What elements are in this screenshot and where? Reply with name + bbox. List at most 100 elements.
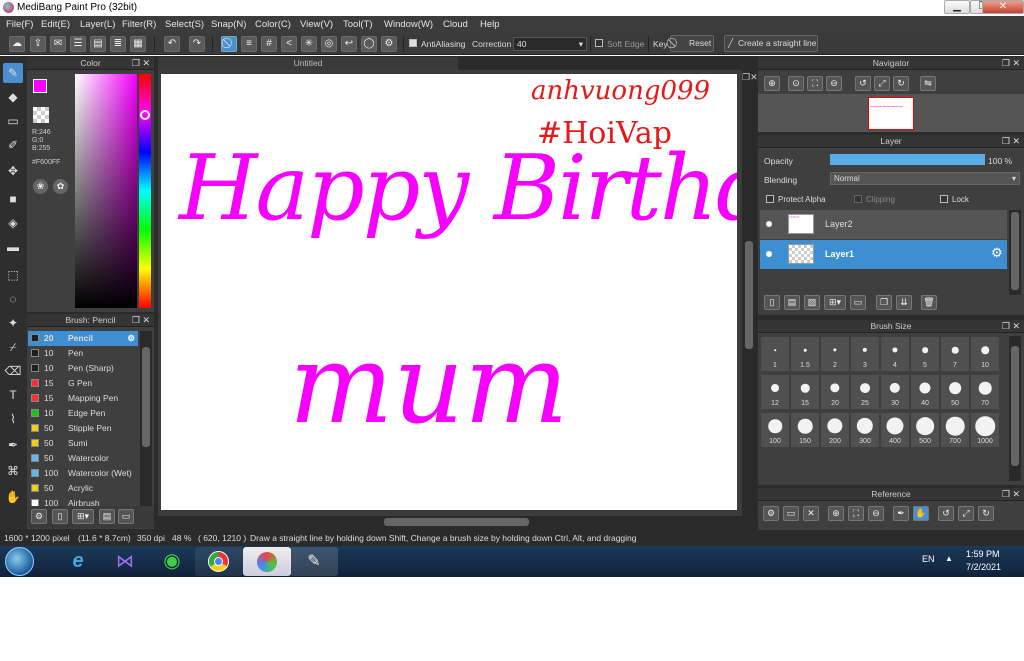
zoom-out-icon[interactable]: ⊖ (826, 76, 842, 91)
brush-item[interactable]: 10 Edge Pen (28, 406, 138, 421)
select-eraser-tool-icon[interactable]: ⌫ (3, 361, 23, 381)
antialiasing-checkbox[interactable] (409, 39, 417, 47)
ref-zoom-out-icon[interactable]: ⊖ (868, 506, 884, 521)
undo-icon[interactable]: ↶ (164, 36, 180, 52)
canvas-tab[interactable]: Untitled (158, 57, 458, 70)
brush-item[interactable]: 15 G Pen (28, 376, 138, 391)
duplicate-layer-icon[interactable]: ❐ (876, 295, 892, 310)
transparent-swatch[interactable] (33, 107, 49, 123)
dot-tool-icon[interactable]: ✐ (3, 135, 23, 155)
rotate-fit-icon[interactable]: ⤢ (874, 76, 890, 91)
brush-size-scrollbar[interactable] (1009, 336, 1021, 481)
brush-size-option[interactable]: 7 (941, 337, 969, 371)
menu-view[interactable]: View(V) (300, 19, 333, 30)
ref-rotate-right-icon[interactable]: ↻ (978, 506, 994, 521)
snap-circle-icon[interactable]: ◎ (321, 36, 337, 52)
divide-tool-icon[interactable]: ⌇ (3, 409, 23, 429)
fit-icon[interactable]: ⛶ (807, 76, 823, 91)
correction-select[interactable]: 40 ▾ (513, 37, 587, 51)
rotate-left-icon[interactable]: ↺ (855, 76, 871, 91)
shape-tool-icon[interactable]: ⌘ (3, 461, 23, 481)
ref-eyedropper-icon[interactable]: ✒ (893, 506, 909, 521)
brush-item[interactable]: 10 Pen (Sharp) (28, 361, 138, 376)
zoom-in-icon[interactable]: ⊕ (764, 76, 780, 91)
brush-size-option[interactable]: 300 (851, 413, 879, 447)
select-pen-tool-icon[interactable]: ⌿ (3, 337, 23, 357)
snap-parallel-icon[interactable]: ≡ (241, 36, 257, 52)
brush-item[interactable]: 50 Stipple Pen (28, 421, 138, 436)
layer-scrollbar[interactable] (1009, 210, 1021, 295)
chat-icon[interactable]: ☰ (70, 36, 86, 52)
lock-checkbox[interactable] (940, 195, 948, 203)
canvas-horizontal-scrollbar[interactable] (158, 516, 742, 528)
add-layer-menu-icon[interactable]: ⊞▾ (824, 295, 846, 310)
brush-size-option[interactable]: 12 (761, 375, 789, 409)
brush-size-option[interactable]: 400 (881, 413, 909, 447)
ref-fit-icon[interactable]: ⛶ (848, 506, 864, 521)
ref-rotate-left-icon[interactable]: ↺ (938, 506, 954, 521)
brush-size-option[interactable]: 10 (971, 337, 999, 371)
clock-date[interactable]: 7/2/2021 (966, 562, 1001, 572)
snap-off-icon[interactable]: ⃠ (221, 36, 237, 52)
zoom-reset-icon[interactable]: ⊙ (788, 76, 804, 91)
new-brush-icon[interactable]: ▯ (52, 509, 68, 524)
cloud-icon[interactable]: ☁ (9, 36, 25, 52)
new-8bit-layer-icon[interactable]: ▧ (804, 295, 820, 310)
brush-size-option[interactable]: 15 (791, 375, 819, 409)
layer-settings-icon[interactable]: ⚙ (991, 245, 1003, 261)
ref-open-icon[interactable]: ▭ (783, 506, 799, 521)
brush-item[interactable]: 100 Watercolor (Wet) (28, 466, 138, 481)
brush-settings-icon[interactable]: ⚙ (127, 331, 135, 346)
folder-icon[interactable]: ▭ (850, 295, 866, 310)
blending-select[interactable]: Normal ▾ (830, 172, 1020, 185)
brush-size-option[interactable]: 1.5 (791, 337, 819, 371)
snap-settings-icon[interactable]: ⚙ (381, 36, 397, 52)
brush-document-icon[interactable]: ▤ (99, 509, 115, 524)
language-indicator[interactable]: EN (922, 554, 935, 564)
document-icon[interactable]: ▤ (90, 36, 106, 52)
flip-icon[interactable]: ⇋ (920, 76, 936, 91)
color-sv-picker[interactable] (75, 74, 137, 308)
brush-size-option[interactable]: 200 (821, 413, 849, 447)
visibility-icon[interactable] (766, 221, 772, 227)
brush-settings-icon[interactable]: ⚙ (31, 509, 47, 524)
brush-folder-icon[interactable]: ▭ (118, 509, 134, 524)
brush-tool-icon[interactable]: ✎ (3, 63, 23, 83)
clock-time[interactable]: 1:59 PM (966, 549, 1000, 559)
brush-size-option[interactable]: 500 (911, 413, 939, 447)
bucket-tool-icon[interactable]: ◈ (3, 213, 23, 233)
protect-alpha-checkbox[interactable] (766, 195, 774, 203)
brush-size-option[interactable]: 3 (851, 337, 879, 371)
brush-item[interactable]: 10 Pen (28, 346, 138, 361)
reset-button[interactable]: ⃠Reset (670, 35, 714, 52)
opacity-slider[interactable] (830, 154, 985, 165)
palette-icon[interactable]: ✿ (53, 179, 68, 194)
new-halftone-layer-icon[interactable]: ▤ (784, 295, 800, 310)
snap-curve-icon[interactable]: ↩ (341, 36, 357, 52)
create-straight-line-button[interactable]: ╱ Create a straight line (724, 35, 818, 52)
rotate-right-icon[interactable]: ↻ (893, 76, 909, 91)
hue-handle[interactable] (140, 110, 150, 120)
brush-size-option[interactable]: 1 (761, 337, 789, 371)
menu-select[interactable]: Select(S) (165, 19, 204, 30)
ref-close-icon[interactable]: ✕ (803, 506, 819, 521)
menu-filter[interactable]: Filter(R) (122, 19, 156, 30)
add-brush-icon[interactable]: ⊞▾ (72, 509, 94, 524)
menu-help[interactable]: Help (480, 19, 500, 30)
brush-item[interactable]: 50 Acrylic (28, 481, 138, 496)
export-icon[interactable]: ▦ (130, 36, 146, 52)
soft-edge-checkbox[interactable] (595, 39, 603, 47)
menu-tool[interactable]: Tool(T) (343, 19, 373, 30)
snap-ellipse-icon[interactable]: ◯ (361, 36, 377, 52)
ref-hand-icon[interactable]: ✋ (913, 506, 929, 521)
gradient-tool-icon[interactable]: ▬ (3, 237, 23, 257)
move-tool-icon[interactable]: ✥ (3, 161, 23, 181)
menu-layer[interactable]: Layer(L) (80, 19, 115, 30)
menu-file[interactable]: File(F) (6, 19, 33, 30)
brush-item[interactable]: 15 Mapping Pen (28, 391, 138, 406)
hand-tool-icon[interactable]: ✋ (3, 487, 23, 507)
clipping-checkbox[interactable] (854, 195, 862, 203)
eraser-tool-icon[interactable]: ◆ (3, 87, 23, 107)
eyedropper-tool-icon[interactable]: ✒ (3, 435, 23, 455)
brush-size-option[interactable]: 40 (911, 375, 939, 409)
